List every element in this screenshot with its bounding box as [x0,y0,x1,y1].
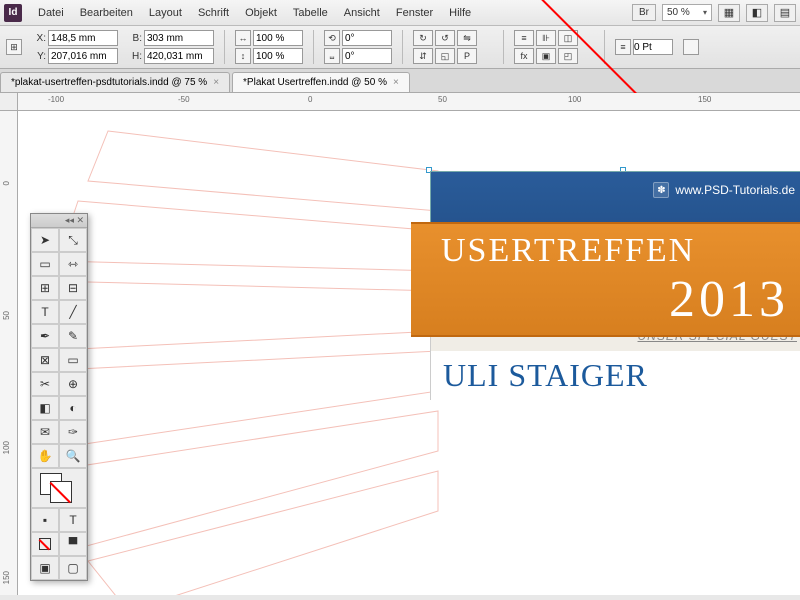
w-input[interactable] [144,30,214,46]
zoom-tool[interactable]: 🔍 [59,444,87,468]
formatting-text-button[interactable]: T [59,508,87,532]
close-icon[interactable]: × [213,77,219,88]
poster-url: ✽ www.PSD-Tutorials.de [653,182,795,198]
panel-header[interactable]: ◂◂ ✕ [31,214,87,228]
butterfly-icon: ✽ [653,182,669,198]
page-tool[interactable]: ▭ [31,252,59,276]
preview-mode[interactable]: ▢ [59,556,87,580]
tools-panel[interactable]: ◂◂ ✕ ➤ ⤡ ▭ ⇿ ⊞ ⊟ T ╱ ✒ ✎ ⊠ ▭ ✂ ⊕ ◧ ◐ ✉ ✑… [30,213,88,581]
menu-bearbeiten[interactable]: Bearbeiten [72,3,141,23]
h-label: H: [128,51,142,62]
size-fields: B: H: [128,30,214,64]
gradient-swatch-tool[interactable]: ◧ [31,396,59,420]
menu-objekt[interactable]: Objekt [237,3,285,23]
fill-stroke-swatch[interactable] [31,468,87,508]
horizontal-ruler[interactable]: -100 -50 0 50 100 150 [18,93,800,111]
workspace: -100 -50 0 50 100 150 0 50 100 150 [0,93,800,595]
y-input[interactable] [48,48,118,64]
menu-layout[interactable]: Layout [141,3,190,23]
tab-label: *plakat-usertreffen-psdtutorials.indd @ … [11,77,207,88]
gap-tool[interactable]: ⇿ [59,252,87,276]
direct-selection-tool[interactable]: ⤡ [59,228,87,252]
vertical-ruler[interactable]: 0 50 100 150 [0,111,18,595]
poster-url-text: www.PSD-Tutorials.de [675,183,795,197]
position-fields: X: Y: [32,30,118,64]
ruler-tick: -100 [48,95,64,104]
apply-gradient-button[interactable]: ▀ [59,532,87,556]
scale-x-icon: ↔ [235,30,251,46]
pen-tool[interactable]: ✒ [31,324,59,348]
stroke-swatch[interactable] [50,481,72,503]
ruler-tick: 50 [2,311,11,320]
app-icon: Id [4,4,22,22]
h-input[interactable] [144,48,214,64]
content-collector-tool[interactable]: ⊞ [31,276,59,300]
poster-title-band: USERTREFFEN 2013 [411,222,800,337]
ruler-tick: 100 [2,441,11,454]
hand-tool[interactable]: ✋ [31,444,59,468]
type-tool[interactable]: T [31,300,59,324]
rectangle-frame-tool[interactable]: ⊠ [31,348,59,372]
selection-tool[interactable]: ➤ [31,228,59,252]
ruler-tick: 100 [568,95,581,104]
y-label: Y: [32,51,46,62]
w-label: B: [128,33,142,44]
ruler-tick: 150 [698,95,711,104]
ruler-tick: 50 [438,95,447,104]
document-tab-1[interactable]: *plakat-usertreffen-psdtutorials.indd @ … [0,72,230,92]
poster-title-line2: 2013 [441,270,800,329]
poster-frame[interactable]: ✽ www.PSD-Tutorials.de USERTREFFEN 2013 … [430,171,800,400]
rectangle-tool[interactable]: ▭ [59,348,87,372]
canvas[interactable]: ✽ www.PSD-Tutorials.de USERTREFFEN 2013 … [18,111,800,595]
ruler-tick: -50 [178,95,190,104]
poster-title-line1: USERTREFFEN [441,232,800,270]
scale-y-icon: ↕ [235,48,251,64]
apply-color-button[interactable]: ▪ [31,508,59,532]
no-fill-icon[interactable] [683,39,699,55]
free-transform-tool[interactable]: ⊕ [59,372,87,396]
x-input[interactable] [48,30,118,46]
pencil-tool[interactable]: ✎ [59,324,87,348]
poster-header: ✽ www.PSD-Tutorials.de USERTREFFEN 2013 [430,171,800,321]
separator [224,30,225,64]
menu-schrift[interactable]: Schrift [190,3,237,23]
reference-point-icon[interactable]: ⊞ [6,39,22,55]
poster-guest-name: ULI STAIGER [430,351,800,400]
apply-none-button[interactable] [31,532,59,556]
note-tool[interactable]: ✉ [31,420,59,444]
ruler-tick: 150 [2,571,11,584]
content-placer-tool[interactable]: ⊟ [59,276,87,300]
menu-datei[interactable]: Datei [30,3,72,23]
scissors-tool[interactable]: ✂ [31,372,59,396]
gradient-feather-tool[interactable]: ◐ [59,396,87,420]
ruler-tick: 0 [2,181,11,185]
ruler-origin[interactable] [0,93,18,111]
ruler-tick: 0 [308,95,312,104]
line-tool[interactable]: ╱ [59,300,87,324]
x-label: X: [32,33,46,44]
control-bar: ⊞ X: Y: B: H: ↔ ↕ ⟲ ⧢ ↻ ↺ ⇋ ⇵ ◱ P ≡ ⊪ ◫ … [0,26,800,69]
normal-view-mode[interactable]: ▣ [31,556,59,580]
eyedropper-tool[interactable]: ✑ [59,420,87,444]
